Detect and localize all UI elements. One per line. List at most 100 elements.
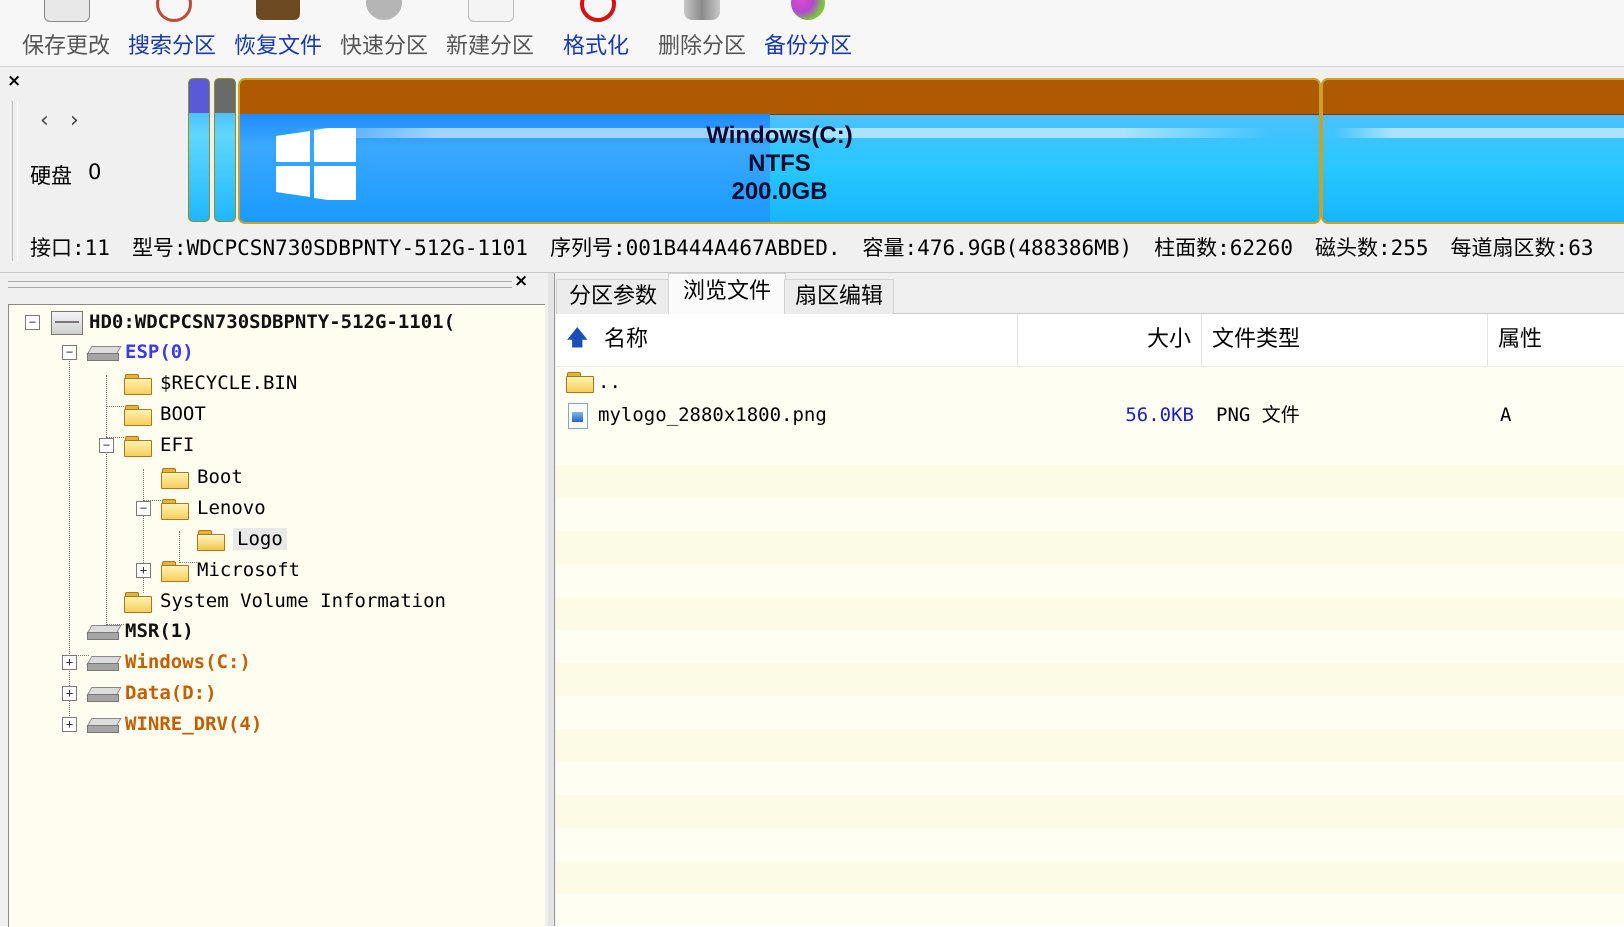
tree-lenovo-label: Lenovo [197, 497, 266, 519]
empty-row [556, 795, 1624, 828]
backup-partition-label: 备份分区 [763, 34, 852, 59]
expand-data-icon[interactable]: + [62, 686, 77, 701]
tree-root[interactable]: HD0:WDCPCSN730SDBPNTY-512G-1101( [51, 307, 455, 337]
tree-data-label: Data(D:) [125, 682, 217, 704]
partition-esp-block[interactable] [188, 78, 210, 222]
disk-interface: 接口:11 [30, 236, 110, 260]
file-attr: A [1500, 404, 1512, 426]
tree-item-data[interactable]: Data(D:) [86, 678, 217, 708]
folder-icon [124, 404, 152, 426]
empty-row [556, 564, 1624, 597]
tree-item-logo[interactable]: Logo [197, 524, 287, 554]
image-file-icon [568, 403, 588, 429]
tree-item-windows[interactable]: Windows(C:) [86, 647, 251, 677]
column-attr[interactable]: 属性 [1488, 314, 1624, 366]
partition-cap [215, 79, 235, 113]
tree-svi-label: System Volume Information [160, 590, 446, 612]
folder-icon [124, 591, 152, 613]
tree-item-recycle[interactable]: $RECYCLE.BIN [124, 368, 297, 398]
drive-icon [86, 655, 122, 671]
drive-icon [86, 686, 122, 702]
tree-item-boot[interactable]: BOOT [124, 399, 206, 429]
delete-partition-button[interactable]: 删除分区 [652, 0, 752, 64]
expand-microsoft-icon[interactable]: + [136, 563, 151, 578]
drive-icon [86, 717, 122, 733]
partition-data-block[interactable] [1321, 78, 1624, 224]
format-label: 格式化 [562, 34, 629, 59]
expand-windows-icon[interactable]: + [62, 655, 77, 670]
tree-item-esp[interactable]: ESP(0) [86, 337, 194, 367]
recover-files-label: 恢复文件 [233, 34, 322, 59]
quick-partition-label: 快速分区 [339, 34, 428, 59]
tree-microsoft-label: Microsoft [197, 559, 300, 581]
file-list: 名称 🡅 大小 文件类型 属性 .. mylogo_2880x1800.png … [556, 314, 1624, 926]
partition-cap [189, 79, 209, 113]
tab-browse-files[interactable]: 浏览文件 [668, 273, 786, 314]
tree-root-label: HD0:WDCPCSN730SDBPNTY-512G-1101( [89, 311, 456, 333]
disk-capacity: 容量:476.9GB(488386MB) [862, 236, 1133, 260]
recover-files-button[interactable]: 恢复文件 [228, 0, 328, 64]
save-changes-button[interactable]: 保存更改 [16, 0, 116, 64]
collapse-esp-icon[interactable]: − [62, 345, 77, 360]
folder-icon [161, 467, 189, 489]
tree-item-microsoft[interactable]: Microsoft [161, 555, 300, 585]
tree-msr-label: MSR(1) [125, 620, 194, 642]
partition-cap [240, 80, 1319, 115]
search-partition-label: 搜索分区 [127, 34, 216, 59]
list-item-file[interactable]: mylogo_2880x1800.png 56.0KB PNG 文件 A [556, 399, 1624, 432]
disk-label: 硬盘 [30, 164, 72, 188]
column-size[interactable]: 大小 [1018, 314, 1202, 366]
folder-icon [566, 372, 594, 393]
close-tree-icon[interactable]: × [514, 271, 528, 291]
collapse-lenovo-icon[interactable]: − [136, 501, 151, 516]
quick-partition-button[interactable]: 快速分区 [334, 0, 434, 64]
column-type[interactable]: 文件类型 [1202, 314, 1488, 366]
close-icon[interactable]: × [7, 71, 21, 91]
prev-disk-icon[interactable]: ‹ [40, 108, 49, 133]
tree-item-svi[interactable]: System Volume Information [124, 586, 446, 616]
panel-grip[interactable] [12, 101, 18, 261]
tree-item-lenovo[interactable]: Lenovo [161, 493, 266, 523]
folder-icon [161, 560, 189, 582]
file-browser-pane: 分区参数 浏览文件 扇区编辑 名称 🡅 大小 文件类型 属性 .. mylogo… [548, 273, 1624, 926]
tree-item-msr[interactable]: MSR(1) [86, 616, 194, 646]
backup-partition-icon [791, 0, 825, 20]
file-name: .. [598, 371, 621, 393]
recover-files-icon [256, 0, 300, 20]
next-disk-icon[interactable]: › [70, 108, 79, 133]
column-name[interactable]: 名称 [556, 314, 1018, 366]
collapse-efi-icon[interactable]: − [99, 438, 114, 453]
collapse-root-icon[interactable]: − [25, 315, 40, 330]
tab-sector-edit[interactable]: 扇区编辑 [784, 279, 894, 314]
pane-splitter[interactable] [548, 273, 555, 926]
disk-info: 接口:11 型号:WDCPCSN730SDBPNTY-512G-1101 序列号:0… [30, 232, 1615, 262]
pane-grip[interactable] [8, 281, 512, 288]
folder-icon [124, 373, 152, 395]
tab-partition-params[interactable]: 分区参数 [556, 279, 670, 314]
tree-boot-sub-label: Boot [197, 466, 243, 488]
tree-item-boot-sub[interactable]: Boot [161, 462, 243, 492]
file-type: PNG 文件 [1216, 404, 1300, 426]
partition-msr-block[interactable] [214, 78, 236, 222]
save-changes-label: 保存更改 [21, 34, 110, 59]
folder-icon [124, 435, 152, 457]
drive-icon [86, 624, 122, 640]
empty-row [556, 531, 1624, 564]
tree-esp-label: ESP(0) [125, 341, 194, 363]
format-icon [580, 0, 616, 22]
empty-row [556, 762, 1624, 795]
search-partition-icon [156, 0, 192, 22]
new-partition-button[interactable]: 新建分区 [440, 0, 540, 64]
quick-partition-icon [366, 0, 402, 20]
up-directory-icon[interactable]: 🡅 [566, 328, 589, 350]
search-partition-button[interactable]: 搜索分区 [122, 0, 222, 64]
expand-winre-icon[interactable]: + [62, 717, 77, 732]
tree-efi-label: EFI [160, 434, 195, 456]
list-item-parent[interactable]: .. [556, 366, 1624, 399]
tree-item-winre[interactable]: WINRE_DRV(4) [86, 709, 262, 739]
tree-item-efi[interactable]: EFI [124, 430, 194, 460]
format-button[interactable]: 格式化 [546, 0, 646, 64]
backup-partition-button[interactable]: 备份分区 [758, 0, 858, 64]
partition-size: 200.0GB [731, 178, 828, 205]
partition-windows-block[interactable]: Windows(C:) NTFS 200.0GB [238, 78, 1321, 224]
